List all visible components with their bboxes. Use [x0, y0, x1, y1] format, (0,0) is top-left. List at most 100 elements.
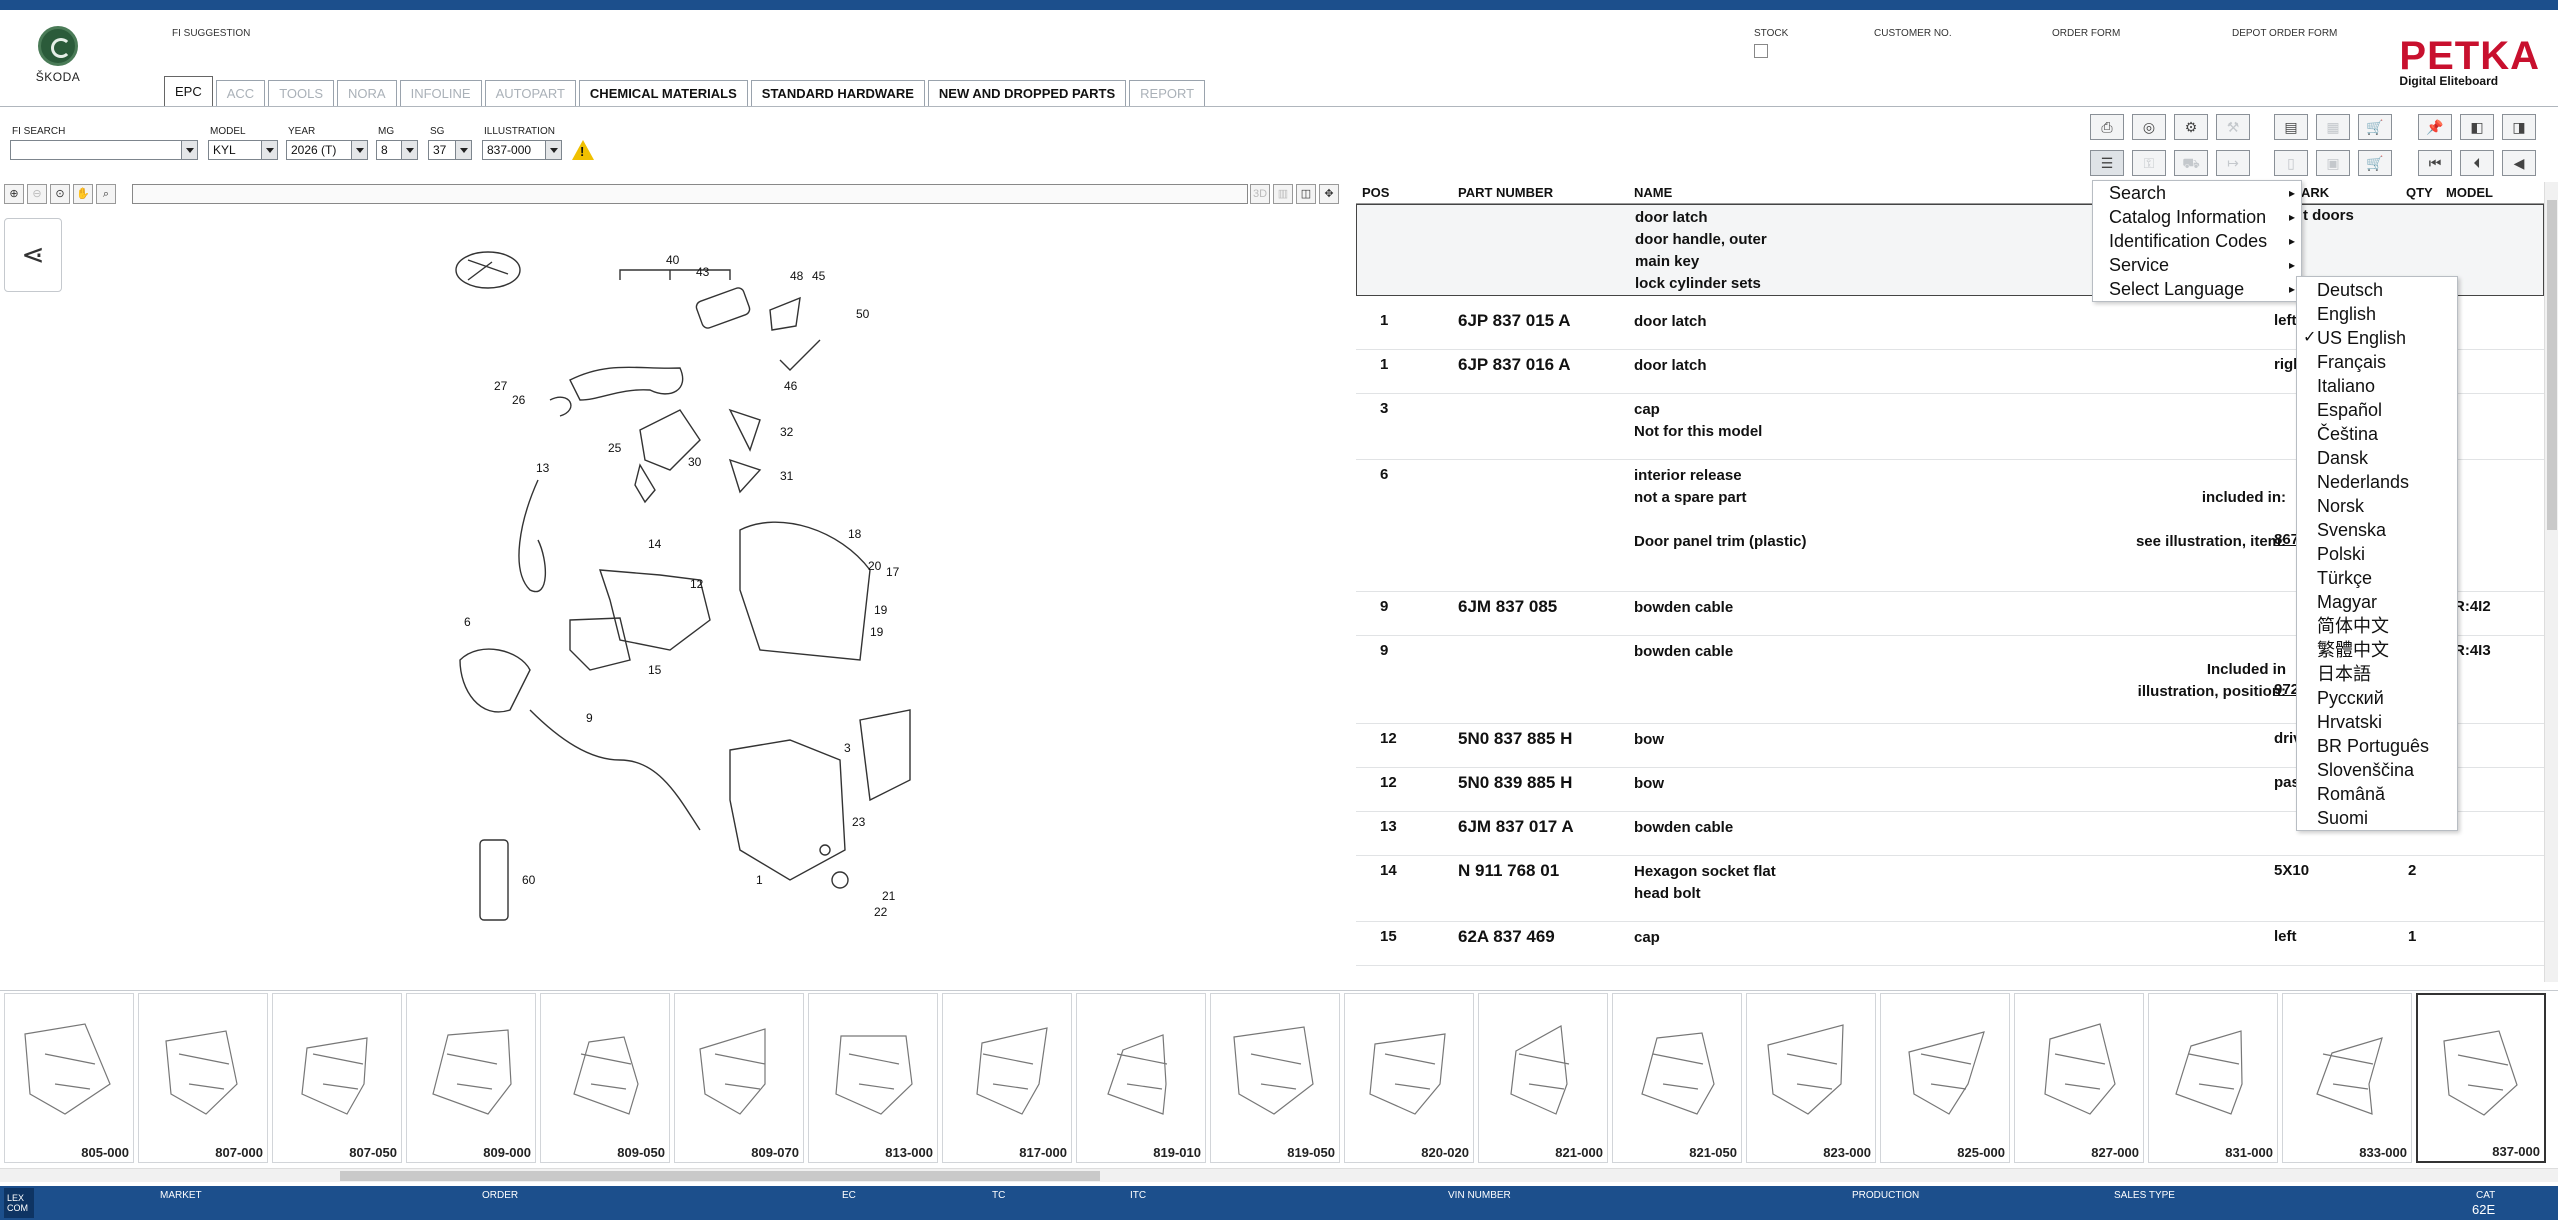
service-icon-button[interactable]: ⚙	[2174, 114, 2208, 140]
pin-icon[interactable]: 📌	[2418, 114, 2452, 140]
sg-select[interactable]: 37	[428, 140, 472, 160]
menu-item-service[interactable]: Service	[2093, 253, 2301, 277]
col-name-header[interactable]: NAME	[1634, 185, 1672, 200]
tab-standard-hardware[interactable]: STANDARD HARDWARE	[750, 80, 925, 106]
illustration-thumbnail[interactable]: 821-000	[1478, 993, 1608, 1163]
tab-tools[interactable]: TOOLS	[268, 80, 335, 106]
print-button[interactable]: ⎙	[2090, 114, 2124, 140]
table-vertical-scrollbar[interactable]	[2544, 182, 2558, 982]
car-icon-button[interactable]: ⛟	[2174, 150, 2208, 176]
language-option[interactable]: Suomi	[2297, 806, 2457, 830]
language-option[interactable]: BR Português	[2297, 734, 2457, 758]
col-remark-header[interactable]: ARK	[2301, 185, 2329, 200]
cart-button[interactable]: 🛒	[2358, 114, 2392, 140]
language-option[interactable]: Svenska	[2297, 518, 2457, 542]
thumbnail-horizontal-scrollbar[interactable]	[0, 1168, 2558, 1182]
illustration-thumbnail[interactable]: 819-050	[1210, 993, 1340, 1163]
minus-icon-button[interactable]: ↦	[2216, 150, 2250, 176]
first-page-icon[interactable]: ⏮	[2418, 150, 2452, 176]
language-option[interactable]: US English	[2297, 326, 2457, 350]
language-option[interactable]: Nederlands	[2297, 470, 2457, 494]
tab-epc[interactable]: EPC	[164, 76, 213, 106]
wheel-icon-button[interactable]: ◎	[2132, 114, 2166, 140]
illustration-thumbnail[interactable]: 817-000	[942, 993, 1072, 1163]
tool-icon-button[interactable]: ⚒	[2216, 114, 2250, 140]
row-part-number[interactable]: 62A 837 469	[1458, 927, 1555, 947]
tab-new-and-dropped-parts[interactable]: NEW AND DROPPED PARTS	[927, 80, 1127, 106]
menu-item-identification-codes[interactable]: Identification Codes	[2093, 229, 2301, 253]
row-part-number[interactable]: 5N0 837 885 H	[1458, 729, 1572, 749]
scrollbar-thumb[interactable]	[340, 1171, 1100, 1181]
split-view-icon[interactable]: ▥	[1273, 184, 1293, 204]
language-option[interactable]: Türkçe	[2297, 566, 2457, 590]
illustration-thumbnail[interactable]: 820-020	[1344, 993, 1474, 1163]
basket-icon-button[interactable]: 🛒	[2358, 150, 2392, 176]
zoom-out-icon[interactable]: ⊖	[27, 184, 47, 204]
language-option[interactable]: 简体中文	[2297, 614, 2457, 638]
tab-nora[interactable]: NORA	[337, 80, 397, 106]
illustration-thumbnail[interactable]: 821-050	[1612, 993, 1742, 1163]
language-option[interactable]: Română	[2297, 782, 2457, 806]
illustration-thumbnail[interactable]: 809-050	[540, 993, 670, 1163]
menu-item-catalog-information[interactable]: Catalog Information	[2093, 205, 2301, 229]
stock-checkbox[interactable]	[1754, 44, 1768, 58]
menu-item-search[interactable]: Search	[2093, 181, 2301, 205]
illustration-thumbnail[interactable]: 827-000	[2014, 993, 2144, 1163]
key-icon-button[interactable]: ⚿	[2132, 150, 2166, 176]
tab-infoline[interactable]: INFOLINE	[399, 80, 482, 106]
row-part-number[interactable]: 6JP 837 015 A	[1458, 311, 1570, 331]
zoom-slider[interactable]	[132, 184, 1248, 204]
language-option[interactable]: Čeština	[2297, 422, 2457, 446]
scrollbar-thumb[interactable]	[2547, 200, 2557, 530]
illustration-thumbnail[interactable]: 837-000	[2416, 993, 2546, 1163]
row-part-number[interactable]: 5N0 839 885 H	[1458, 773, 1572, 793]
year-select[interactable]: 2026 (T)	[286, 140, 368, 160]
illustration-thumbnail[interactable]: 823-000	[1746, 993, 1876, 1163]
col-pos-header[interactable]: POS	[1362, 185, 1389, 200]
language-option[interactable]: Français	[2297, 350, 2457, 374]
language-option[interactable]: 日本語	[2297, 662, 2457, 686]
page-forward-icon[interactable]: ◨	[2502, 114, 2536, 140]
columns-view-icon[interactable]: ◫	[1296, 184, 1316, 204]
illustration-thumbnail[interactable]: 807-050	[272, 993, 402, 1163]
language-option[interactable]: Norsk	[2297, 494, 2457, 518]
illustration-thumbnail[interactable]: 833-000	[2282, 993, 2412, 1163]
language-option[interactable]: Deutsch	[2297, 278, 2457, 302]
language-option[interactable]: Magyar	[2297, 590, 2457, 614]
col-model-header[interactable]: MODEL	[2446, 185, 2493, 200]
tab-acc[interactable]: ACC	[215, 80, 266, 106]
illustration-thumbnail[interactable]: 809-070	[674, 993, 804, 1163]
menu-item-select-language[interactable]: Select Language	[2093, 277, 2301, 301]
building-icon-button[interactable]: ▣	[2316, 150, 2350, 176]
fi-search-select[interactable]	[10, 140, 198, 160]
illustration-thumbnail[interactable]: 805-000	[4, 993, 134, 1163]
tab-autopart[interactable]: AUTOPART	[484, 80, 576, 106]
menu-button[interactable]: ☰	[2090, 150, 2124, 176]
elsa-button[interactable]: ▤	[2274, 114, 2308, 140]
tab-chemical-materials[interactable]: CHEMICAL MATERIALS	[578, 80, 748, 106]
illustration-thumbnail[interactable]: 819-010	[1076, 993, 1206, 1163]
row-part-number[interactable]: 6JP 837 016 A	[1458, 355, 1570, 375]
row-part-number[interactable]: N 911 768 01	[1458, 861, 1559, 881]
share-button[interactable]: ⋖	[4, 218, 62, 292]
previous-page-icon[interactable]: ⏴	[2460, 150, 2494, 176]
row-part-number[interactable]: 6JM 837 017 A	[1458, 817, 1574, 837]
illustration-select[interactable]: 837-000	[482, 140, 562, 160]
col-qty-header[interactable]: QTY	[2406, 185, 2433, 200]
language-option[interactable]: English	[2297, 302, 2457, 326]
zoom-in-icon[interactable]: ⊕	[4, 184, 24, 204]
model-select[interactable]: KYL	[208, 140, 278, 160]
table-row[interactable]: 14 N 911 768 01 Hexagon socket flat head bo…	[1356, 856, 2544, 922]
hand-icon[interactable]: ✋	[73, 184, 93, 204]
zoom-fit-icon[interactable]: ⊙	[50, 184, 70, 204]
page-back-icon[interactable]: ◧	[2460, 114, 2494, 140]
table-row[interactable]: 15 62A 837 469 cap left 1	[1356, 922, 2544, 966]
row-part-number[interactable]: 6JM 837 085	[1458, 597, 1557, 617]
illustration-thumbnail[interactable]: 813-000	[808, 993, 938, 1163]
phone-icon-button[interactable]: ▯	[2274, 150, 2308, 176]
language-option[interactable]: Italiano	[2297, 374, 2457, 398]
warning-icon[interactable]	[572, 140, 594, 160]
language-option[interactable]: Slovenščina	[2297, 758, 2457, 782]
language-option[interactable]: Español	[2297, 398, 2457, 422]
illustration-thumbnail[interactable]: 809-000	[406, 993, 536, 1163]
